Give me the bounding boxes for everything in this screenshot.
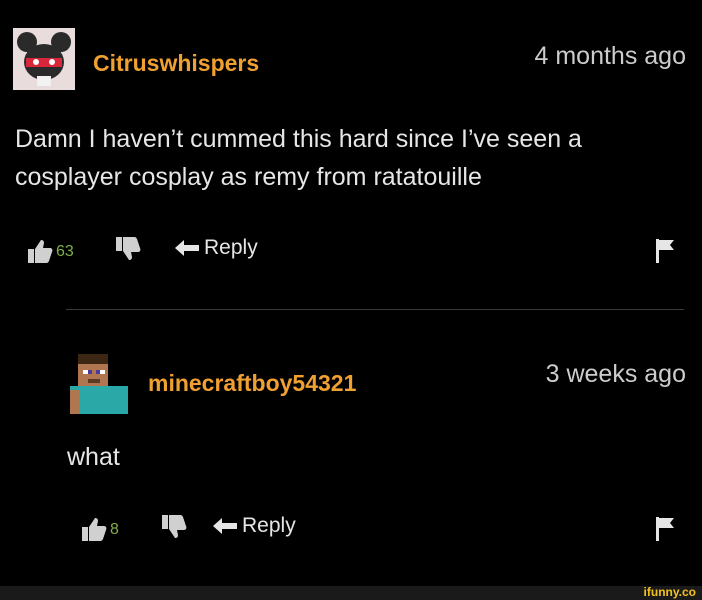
thumbs-down-icon[interactable] [160, 514, 188, 545]
upvote-count: 63 [56, 243, 74, 260]
thumbs-up-icon[interactable] [80, 516, 108, 547]
thumbs-up-icon[interactable] [26, 238, 54, 269]
reply-arrow-icon [213, 518, 237, 534]
reply-label: Reply [204, 236, 258, 259]
ifunny-watermark: ifunny.co [643, 585, 696, 599]
watermark-bar [0, 586, 702, 600]
upvote-count: 8 [110, 521, 119, 538]
username[interactable]: minecraftboy54321 [148, 370, 356, 397]
reply-arrow-icon [175, 240, 199, 256]
divider [66, 309, 684, 310]
comment-text: Damn I haven’t cummed this hard since I’… [15, 125, 582, 191]
timestamp: 4 months ago [534, 42, 687, 70]
avatar[interactable] [13, 28, 75, 90]
comment-text: what [67, 443, 120, 471]
flag-icon[interactable] [654, 516, 676, 547]
avatar[interactable] [66, 350, 130, 414]
reply-button[interactable]: Reply [174, 236, 258, 260]
flag-icon[interactable] [654, 238, 676, 269]
reply-label: Reply [242, 514, 296, 537]
thumbs-down-icon[interactable] [114, 236, 142, 267]
reply-button[interactable]: Reply [212, 514, 296, 538]
comment: Citruswhispers 4 months ago Damn I haven… [0, 0, 702, 300]
timestamp: 3 weeks ago [545, 360, 686, 388]
username[interactable]: Citruswhispers [93, 50, 259, 77]
comment-reply: minecraftboy54321 3 weeks ago what 8 Rep… [0, 312, 702, 592]
